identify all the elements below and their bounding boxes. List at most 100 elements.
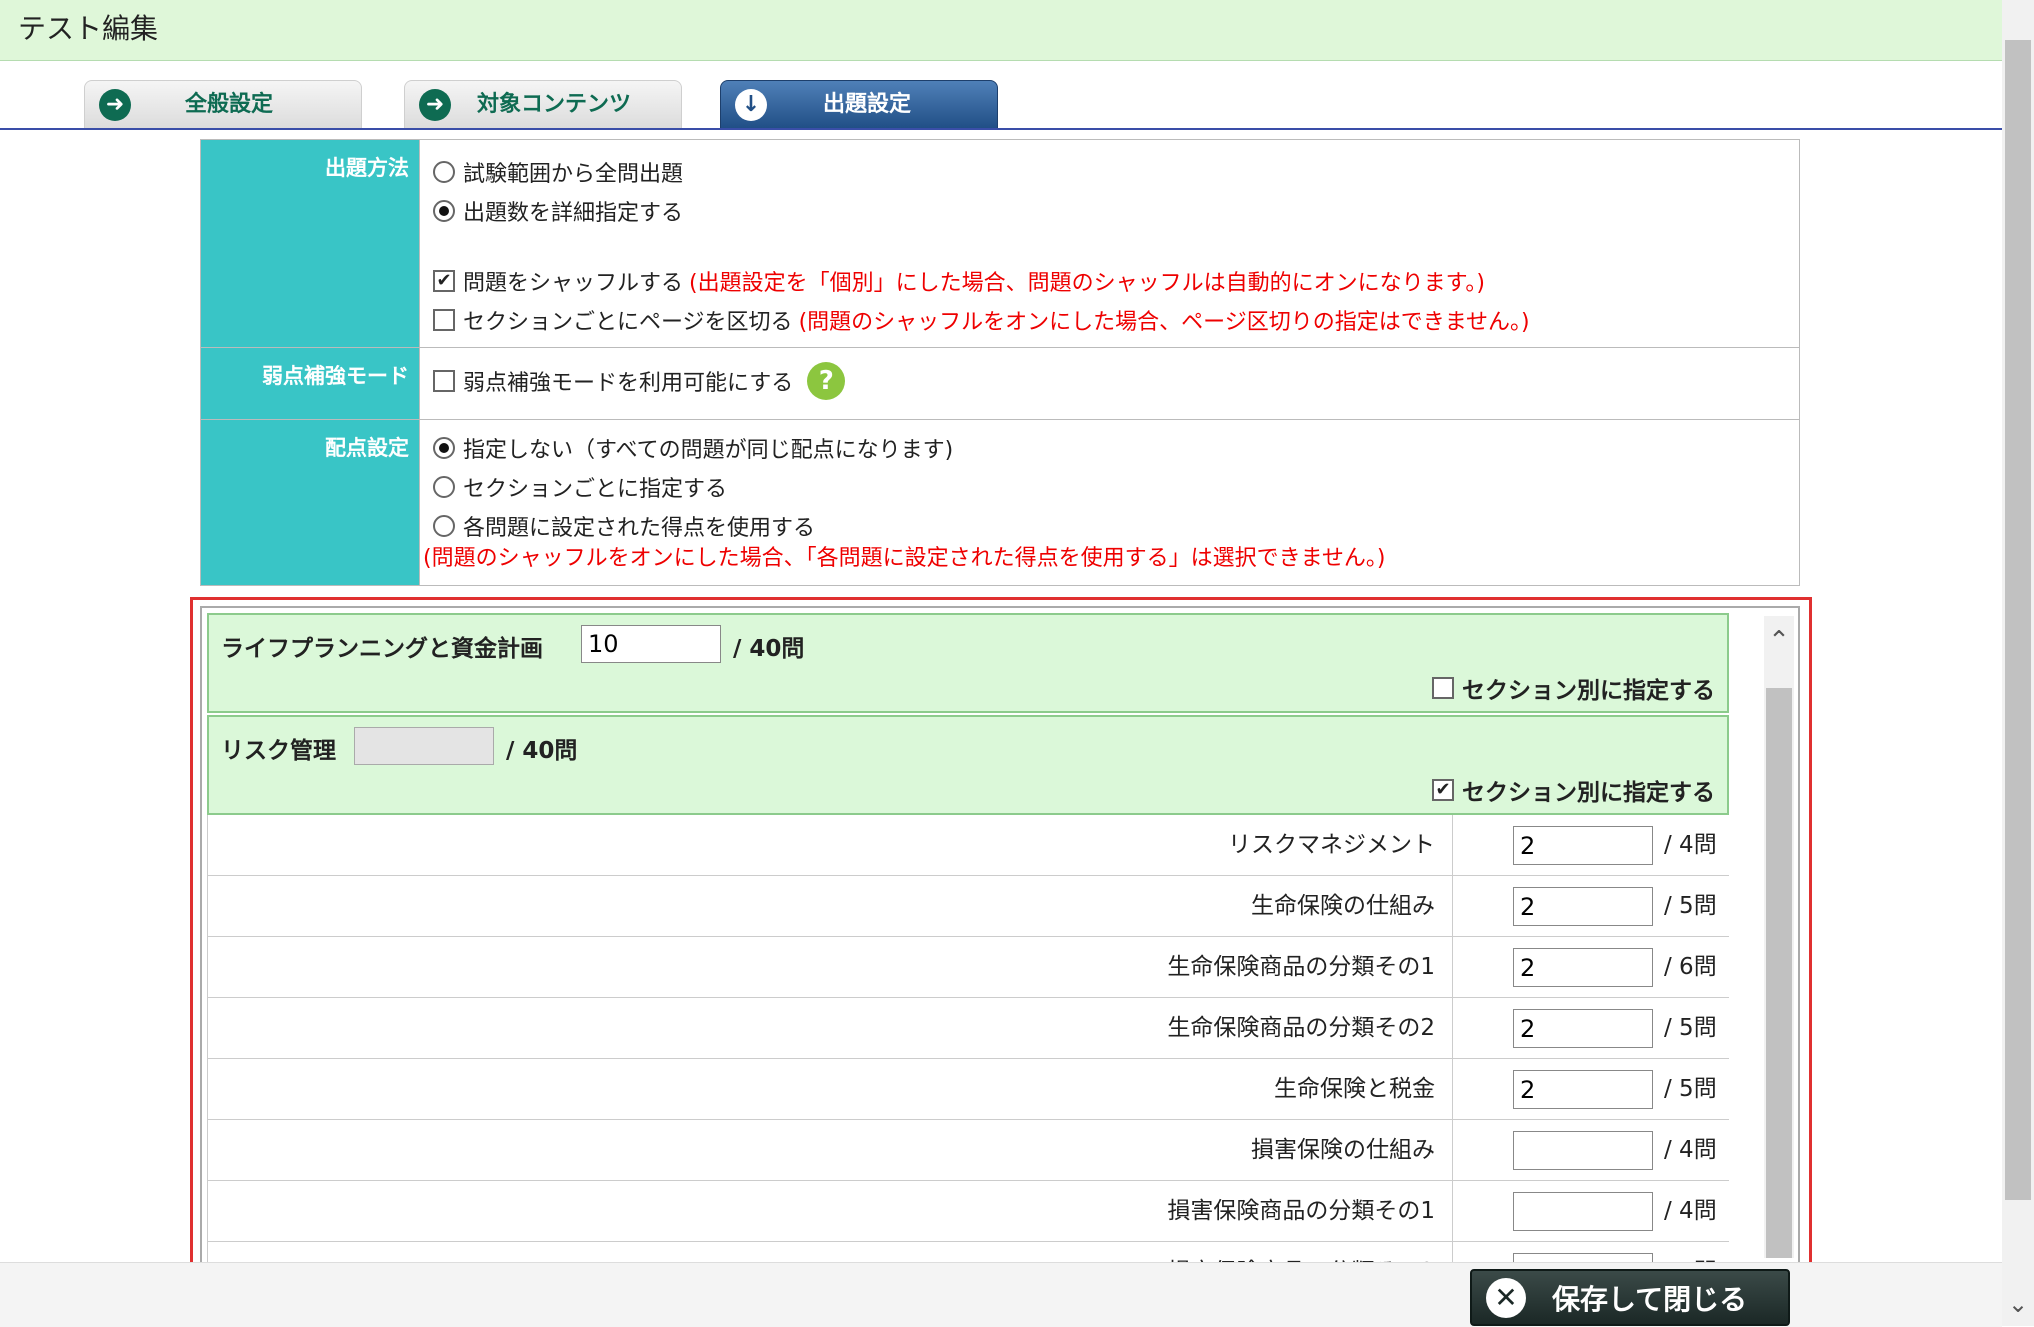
weak-mode-checkbox[interactable]	[433, 370, 455, 392]
arrow-down-icon: ↓	[735, 89, 767, 121]
by-section-checkbox[interactable]	[1432, 677, 1454, 699]
scoring-section-option[interactable]: セクションごとに指定する	[433, 471, 727, 503]
tab-target-contents[interactable]: ➜ 対象コンテンツ	[404, 80, 682, 128]
column-divider	[1452, 876, 1453, 936]
subsection-name: 生命保険商品の分類その1	[1167, 954, 1435, 980]
subsection-row: 生命保険と税金 / 5問	[207, 1059, 1729, 1120]
close-icon: ✕	[1486, 1277, 1526, 1318]
subsection-count-input[interactable]	[1513, 948, 1653, 987]
shuffle-note: (出題設定を「個別」にした場合、問題のシャッフルは自動的にオンになります。)	[689, 271, 1485, 296]
method-detail-option[interactable]: 出題数を詳細指定する	[433, 195, 683, 227]
section-title: ライフプランニングと資金計画	[221, 636, 543, 662]
section-total: / 40問	[506, 738, 578, 764]
option-label: 弱点補強モードを利用可能にする	[463, 371, 794, 396]
scoring-note: (問題のシャッフルをオンにした場合、「各問題に設定された得点を使用する」は選択で…	[423, 546, 1386, 571]
scoring-none-option[interactable]: 指定しない（すべての問題が同じ配点になります)	[433, 432, 953, 464]
tab-label: 対象コンテンツ	[477, 92, 632, 117]
subsection-total: / 6問	[1664, 954, 1717, 980]
scrollbar-thumb[interactable]	[2005, 40, 2031, 1200]
method-all-option[interactable]: 試験範囲から全問出題	[433, 156, 683, 188]
subsection-total: / 5問	[1664, 1015, 1717, 1041]
by-section-label: セクション別に指定する	[1462, 678, 1715, 704]
subsection-count-input[interactable]	[1513, 826, 1653, 865]
arrow-right-icon: ➜	[99, 89, 131, 121]
subsection-name: 生命保険の仕組み	[1251, 893, 1435, 919]
weak-mode-row: 弱点補強モード 弱点補強モードを利用可能にする ?	[201, 348, 1799, 420]
method-row: 出題方法 試験範囲から全問出題 出題数を詳細指定する ✔ 問題をシャッフルする …	[201, 140, 1799, 348]
scoring-question-radio[interactable]	[433, 515, 455, 537]
section-by-section-option[interactable]: セクション別に指定する	[1432, 671, 1715, 705]
subsection-name: 損害保険商品の分類その1	[1167, 1198, 1435, 1224]
subsection-row: 生命保険商品の分類その1 / 6問	[207, 937, 1729, 998]
tab-question-settings[interactable]: ↓ 出題設定	[720, 80, 998, 128]
section-count-input[interactable]	[581, 625, 721, 663]
subsection-count-input[interactable]	[1513, 1192, 1653, 1231]
weak-mode-option[interactable]: 弱点補強モードを利用可能にする ?	[433, 362, 846, 400]
subsection-row: リスクマネジメント / 4問	[207, 815, 1729, 876]
section-panel: ライフプランニングと資金計画 / 40問 セクション別に指定する リスク管理 /…	[200, 606, 1800, 1264]
subsection-total: / 4問	[1664, 1198, 1717, 1224]
page-break-option[interactable]: セクションごとにページを区切る (問題のシャッフルをオンにした場合、ページ区切り…	[433, 304, 1530, 336]
tab-label: 出題設定	[823, 92, 912, 117]
scrollbar-thumb[interactable]	[1766, 688, 1792, 1258]
subsection-name: リスクマネジメント	[1228, 832, 1435, 858]
subsection-total: / 4問	[1664, 1137, 1717, 1163]
section-count-input[interactable]	[354, 727, 494, 765]
option-label: 出題数を詳細指定する	[463, 201, 684, 226]
subsection-total: / 5問	[1664, 1076, 1717, 1102]
section-by-section-option[interactable]: ✔ セクション別に指定する	[1432, 773, 1715, 807]
help-icon[interactable]: ?	[807, 362, 846, 400]
option-label: セクションごとに指定する	[463, 477, 728, 502]
shuffle-option[interactable]: ✔ 問題をシャッフルする (出題設定を「個別」にした場合、問題のシャッフルは自動…	[433, 265, 1485, 297]
scoring-question-option[interactable]: 各問題に設定された得点を使用する	[433, 510, 815, 542]
tab-general-settings[interactable]: ➜ 全般設定	[84, 80, 362, 128]
page-scrollbar[interactable]: ⌄	[2002, 0, 2034, 1326]
option-label: 問題をシャッフルする	[463, 271, 684, 296]
subsection-total: / 4問	[1664, 832, 1717, 858]
option-label: 指定しない（すべての問題が同じ配点になります)	[463, 438, 954, 463]
subsection-count-input[interactable]	[1513, 1009, 1653, 1048]
scoring-none-radio[interactable]	[433, 437, 455, 459]
shuffle-checkbox[interactable]: ✔	[433, 270, 455, 292]
scoring-section-radio[interactable]	[433, 476, 455, 498]
page-break-note: (問題のシャッフルをオンにした場合、ページ区切りの指定はできません。)	[798, 310, 1530, 335]
subsection-count-input[interactable]	[1513, 887, 1653, 926]
method-all-radio[interactable]	[433, 161, 455, 183]
option-label: セクションごとにページを区切る	[463, 310, 793, 335]
scoring-label: 配点設定	[201, 420, 420, 585]
tab-label: 全般設定	[185, 92, 274, 117]
save-label: 保存して閉じる	[1552, 1282, 1748, 1316]
column-divider	[1452, 1059, 1453, 1119]
subsection-name: 生命保険と税金	[1274, 1076, 1435, 1102]
by-section-checkbox[interactable]: ✔	[1432, 779, 1454, 801]
column-divider	[1452, 1120, 1453, 1180]
subsection-total: / 5問	[1664, 893, 1717, 919]
settings-table: 出題方法 試験範囲から全問出題 出題数を詳細指定する ✔ 問題をシャッフルする …	[200, 139, 1800, 586]
tab-underline	[0, 128, 2002, 130]
section-title: リスク管理	[221, 738, 336, 764]
subsection-count-input[interactable]	[1513, 1131, 1653, 1170]
column-divider	[1452, 815, 1453, 875]
scoring-row: 配点設定 指定しない（すべての問題が同じ配点になります) セクションごとに指定す…	[201, 420, 1799, 585]
column-divider	[1452, 1181, 1453, 1241]
save-and-close-button[interactable]: ✕ 保存して閉じる	[1470, 1269, 1790, 1326]
column-divider	[1452, 1242, 1453, 1262]
section-scrollbar[interactable]: ⌃	[1764, 616, 1794, 1258]
section-total: / 40問	[733, 636, 805, 662]
section-header: ライフプランニングと資金計画 / 40問 セクション別に指定する	[207, 613, 1729, 713]
subsection-row: 生命保険商品の分類その2 / 5問	[207, 998, 1729, 1059]
page-break-checkbox[interactable]	[433, 309, 455, 331]
chevron-up-icon[interactable]: ⌃	[1764, 628, 1794, 654]
column-divider	[1452, 998, 1453, 1058]
chevron-down-icon[interactable]: ⌄	[2002, 1290, 2034, 1318]
by-section-label: セクション別に指定する	[1462, 780, 1715, 806]
method-detail-radio[interactable]	[433, 200, 455, 222]
subsection-count-input[interactable]	[1513, 1070, 1653, 1109]
column-divider	[1452, 937, 1453, 997]
method-label: 出題方法	[201, 140, 420, 347]
subsection-row: 生命保険の仕組み / 5問	[207, 876, 1729, 937]
option-label: 各問題に設定された得点を使用する	[463, 516, 816, 541]
subsection-total: / 4問	[1664, 1242, 1717, 1262]
subsection-row: 損害保険の仕組み / 4問	[207, 1120, 1729, 1181]
window-title: テスト編集	[0, 0, 2002, 61]
